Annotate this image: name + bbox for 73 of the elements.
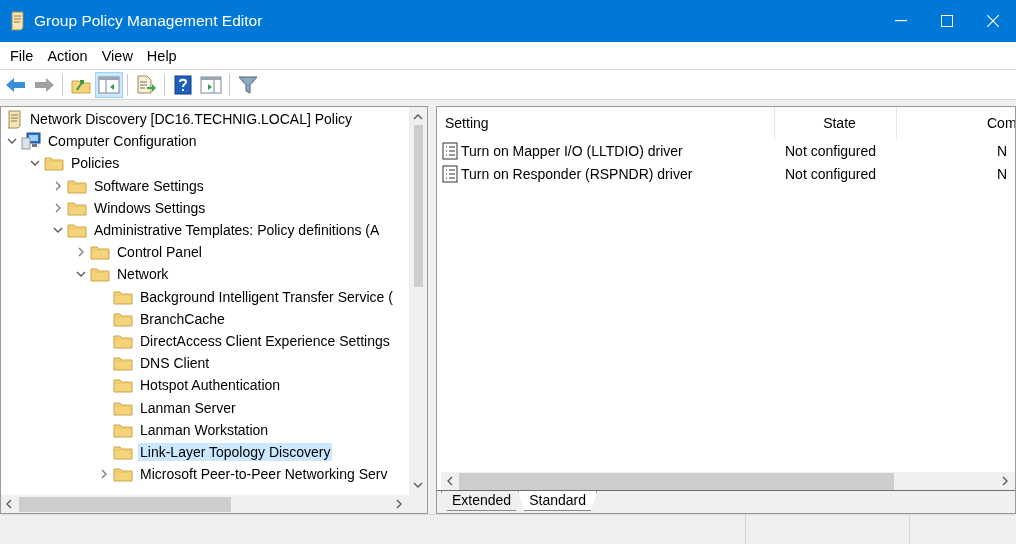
table-cell: N (997, 165, 1008, 182)
chevron-right-icon[interactable] (53, 180, 63, 191)
tree-item[interactable]: Software Settings (92, 176, 206, 195)
tree-item[interactable]: Network (115, 265, 171, 284)
filter-icon[interactable] (238, 75, 258, 94)
column-header[interactable]: State (775, 107, 897, 139)
scroll-thumb[interactable] (19, 496, 231, 512)
folder-icon (113, 443, 133, 460)
export-list-icon[interactable] (136, 74, 156, 95)
view-tab[interactable]: Standard (518, 491, 597, 511)
folder-icon (44, 155, 64, 172)
folder-icon (113, 288, 133, 305)
folder-icon (113, 310, 133, 327)
setting-icon (442, 141, 458, 160)
scroll-icon (5, 109, 23, 130)
scroll-up-icon[interactable] (413, 113, 423, 121)
folder-icon (113, 355, 133, 372)
column-header[interactable]: Setting (437, 107, 775, 139)
scroll-icon (8, 10, 26, 32)
setting-icon (442, 164, 458, 183)
tree-item[interactable]: Windows Settings (92, 198, 208, 217)
scroll-thumb[interactable] (459, 472, 894, 490)
column-header[interactable]: Com (897, 107, 1015, 139)
folder-icon (113, 332, 133, 349)
setting-name[interactable]: Turn on Mapper I/O (LLTDIO) driver (461, 142, 683, 159)
horizontal-scrollbar[interactable] (441, 472, 1015, 490)
tree-item[interactable]: Lanman Workstation (138, 420, 271, 439)
tree-item[interactable]: Background Intelligent Transfer Service ( (138, 287, 395, 306)
scroll-thumb[interactable] (413, 125, 423, 287)
folder-icon (113, 466, 133, 483)
menu-item[interactable]: View (94, 47, 140, 64)
menu-item[interactable]: File (3, 47, 41, 64)
tree-item[interactable]: Control Panel (115, 243, 204, 262)
menu-item[interactable]: Help (139, 47, 184, 64)
table-cell: N (997, 142, 1008, 159)
computer-icon (21, 132, 41, 151)
setting-state: Not configured (785, 142, 877, 159)
tree-item[interactable]: BranchCache (138, 309, 227, 328)
tree-item[interactable]: Administrative Templates: Policy definitions (A (92, 221, 382, 240)
minimize-icon[interactable] (895, 20, 907, 22)
folder-icon (113, 421, 133, 438)
tree-item[interactable]: Lanman Server (138, 398, 238, 417)
folder-icon (90, 266, 110, 283)
folder-icon (67, 199, 87, 216)
maximize-icon[interactable] (941, 15, 953, 27)
folder-icon (67, 222, 87, 239)
tree-item[interactable]: Policies (69, 154, 122, 173)
tree-item[interactable]: DirectAccess Client Experience Settings (138, 331, 392, 350)
setting-state: Not configured (785, 165, 877, 182)
pane-view-icon[interactable] (200, 75, 222, 94)
setting-name[interactable]: Turn on Responder (RSPNDR) driver (461, 165, 693, 182)
chevron-right-icon[interactable] (53, 202, 63, 213)
menu-item[interactable]: Action (40, 47, 95, 64)
back-arrow-icon[interactable] (5, 75, 27, 94)
tree-item[interactable]: Link-Layer Topology Discovery (138, 442, 333, 461)
close-icon[interactable] (987, 15, 999, 27)
tree-item[interactable]: Hotspot Authentication (138, 376, 283, 395)
folder-icon (113, 399, 133, 416)
tree-item[interactable]: Network Discovery [DC16.TECHNIG.LOCAL] Policy (28, 110, 355, 129)
help-icon[interactable] (174, 74, 192, 95)
vertical-scrollbar[interactable] (409, 107, 427, 495)
chevron-right-icon[interactable] (76, 247, 86, 258)
folder-icon (90, 244, 110, 261)
tree-item[interactable]: Microsoft Peer-to-Peer Networking Serv (138, 465, 390, 484)
tree-item[interactable]: DNS Client (138, 354, 212, 373)
scroll-down-icon[interactable] (413, 481, 423, 489)
tree-item[interactable]: Computer Configuration (46, 132, 199, 151)
folder-icon (67, 177, 87, 194)
folder-icon (113, 377, 133, 394)
window-title: Group Policy Management Editor (34, 12, 264, 30)
horizontal-scrollbar[interactable] (1, 495, 427, 513)
pane-toggle-icon[interactable] (98, 75, 120, 94)
chevron-right-icon[interactable] (99, 469, 109, 480)
